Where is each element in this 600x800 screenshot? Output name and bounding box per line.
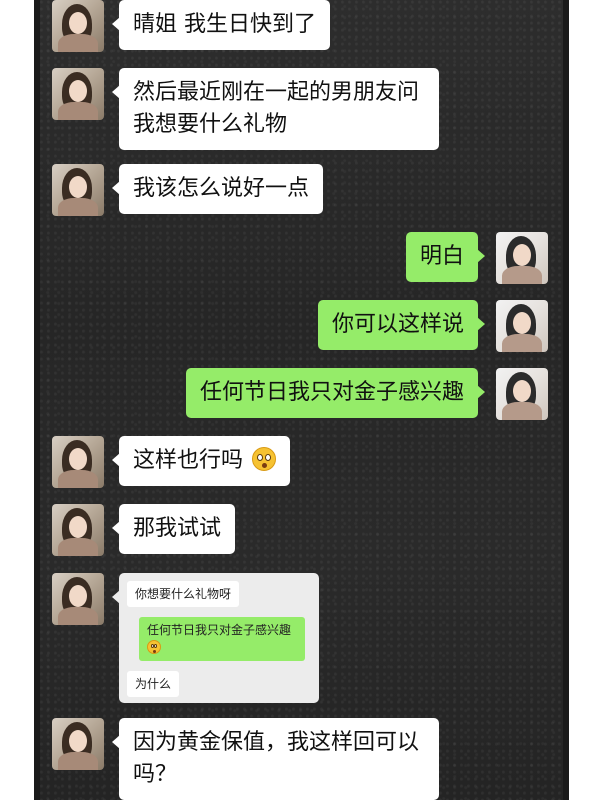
message-bubble-incoming[interactable]: 这样也行吗 (111, 436, 291, 486)
message-text: 那我试试 (133, 516, 222, 541)
message-text-line: 因为黄金保值，我这样回可以 (133, 730, 420, 755)
message-text: 明白 (420, 244, 465, 269)
message-text-line: 吗？ (133, 762, 178, 787)
astonished-face-icon (252, 447, 277, 471)
message-text: 我该怎么说好一点 (133, 176, 310, 201)
message-bubble-outgoing[interactable]: 明白 (406, 232, 486, 282)
message-text-line: 然后最近刚在一起的男朋友问 (133, 80, 420, 105)
message-bubble-incoming[interactable]: 晴姐 我生日快到了 (112, 0, 330, 50)
contact-avatar[interactable] (52, 573, 104, 625)
contact-avatar[interactable] (52, 164, 104, 216)
chat-window[interactable]: 晴姐 我生日快到了 然后最近刚在一起的男朋友问 我想要什么礼物 我该怎么说好一点… (40, 0, 563, 800)
my-avatar[interactable] (496, 232, 548, 284)
message-bubble-outgoing[interactable]: 你可以这样说 (318, 300, 486, 350)
message-text: 这样也行吗 (133, 448, 244, 473)
screenshot-text: 为什么 (135, 677, 172, 691)
contact-avatar[interactable] (52, 436, 104, 488)
message-bubble-incoming[interactable]: 因为黄金保值，我这样回可以 吗？ (112, 718, 439, 800)
message-text: 你可以这样说 (332, 312, 465, 337)
screenshot-message-incoming: 为什么 (127, 671, 180, 697)
message-text: 任何节日我只对金子感兴趣 (200, 380, 465, 405)
message-text-line: 我想要什么礼物 (133, 112, 288, 137)
contact-avatar[interactable] (52, 504, 104, 556)
message-text: 晴姐 我生日快到了 (133, 12, 316, 37)
message-bubble-outgoing[interactable]: 任何节日我只对金子感兴趣 (186, 368, 486, 418)
screenshot-text: 你想要什么礼物呀 (135, 587, 232, 601)
contact-avatar[interactable] (52, 0, 104, 52)
message-bubble-incoming[interactable]: 然后最近刚在一起的男朋友问 我想要什么礼物 (112, 68, 439, 150)
shared-screenshot-image[interactable]: 你想要什么礼物呀 任何节日我只对金子感兴趣 为什么 (112, 573, 319, 703)
screenshot-message-outgoing: 任何节日我只对金子感兴趣 (139, 617, 305, 661)
my-avatar[interactable] (496, 368, 548, 420)
contact-avatar[interactable] (52, 718, 104, 770)
message-bubble-incoming[interactable]: 那我试试 (111, 504, 236, 554)
message-bubble-incoming[interactable]: 我该怎么说好一点 (111, 164, 324, 214)
screenshot-message-incoming: 你想要什么礼物呀 (127, 581, 240, 607)
screenshot-text: 任何节日我只对金子感兴趣 (147, 623, 292, 637)
contact-avatar[interactable] (52, 68, 104, 120)
my-avatar[interactable] (496, 300, 548, 352)
right-edge (563, 0, 569, 800)
blushing-face-icon (147, 640, 161, 654)
